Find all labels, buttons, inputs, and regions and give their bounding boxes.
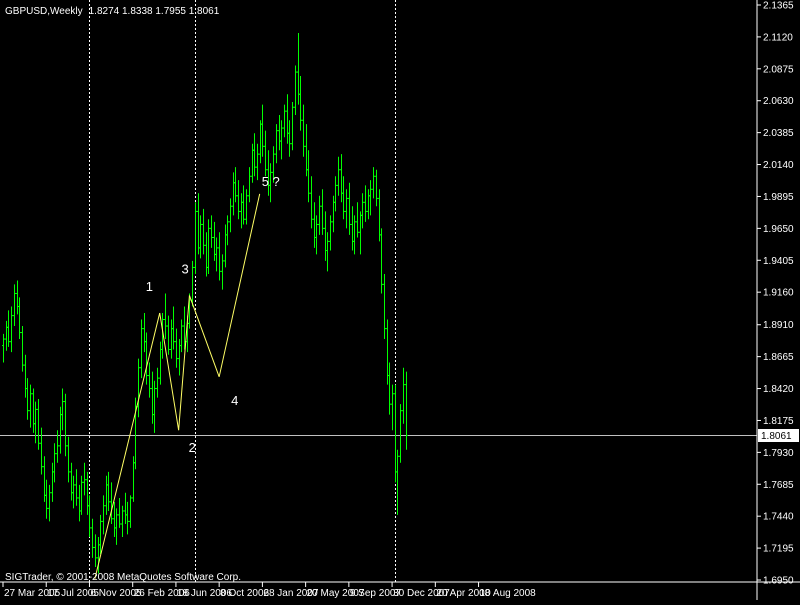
y-tick-label: 2.1120 <box>763 32 793 43</box>
price-chart[interactable]: 1 2 3 4 5 ? 2.1365 2.1120 2.0875 2.0630 2.0385 2.… <box>0 0 800 600</box>
y-tick-label: 1.9650 <box>763 224 794 235</box>
copyright-label: SIGTrader, © 2001-2008 MetaQuotes Softwa… <box>5 572 241 583</box>
y-tick-label: 1.7195 <box>763 544 794 555</box>
wave-label: 4 <box>231 393 238 408</box>
chart-window[interactable]: 1 2 3 4 5 ? 2.1365 2.1120 2.0875 2.0630 2.0385 2.… <box>0 0 800 600</box>
y-tick-label: 2.0385 <box>763 128 794 139</box>
y-tick-label: 2.0630 <box>763 96 794 107</box>
y-tick-label: 1.9895 <box>763 192 794 203</box>
y-tick-label: 2.0875 <box>763 64 794 75</box>
x-tick-label: 8 Oct 2006 <box>220 588 269 599</box>
y-tick-label: 1.9405 <box>763 256 794 267</box>
y-tick-label: 1.6950 <box>763 576 794 587</box>
ohlc-readout: 1.8274 1.8338 1.7955 1.8061 <box>89 6 220 17</box>
y-tick-label: 1.8665 <box>763 352 794 363</box>
y-tick-label: 1.8910 <box>763 320 794 331</box>
y-tick-label: 1.7930 <box>763 448 794 459</box>
y-tick-label: 2.1365 <box>763 1 794 12</box>
price-tag-label: 1.8061 <box>761 431 792 442</box>
current-price-tag: 1.8061 <box>758 429 799 442</box>
y-tick-label: 1.8420 <box>763 384 794 395</box>
chart-header: GBPUSD,Weekly 1.8274 1.8338 1.7955 1.8061 <box>5 6 220 17</box>
wave-label: 3 <box>181 261 188 276</box>
symbol-label: GBPUSD,Weekly <box>5 6 83 17</box>
y-tick-label: 1.9160 <box>763 288 794 299</box>
y-tick-label: 1.7685 <box>763 480 794 491</box>
wave-label: 5 ? <box>262 174 280 189</box>
x-tick-label: 10 Aug 2008 <box>480 588 537 599</box>
y-tick-label: 1.7440 <box>763 512 794 523</box>
wave-label: 2 <box>189 440 196 455</box>
y-tick-label: 2.0140 <box>763 160 794 171</box>
y-tick-label: 1.8175 <box>763 416 794 427</box>
wave-label: 1 <box>146 279 153 294</box>
